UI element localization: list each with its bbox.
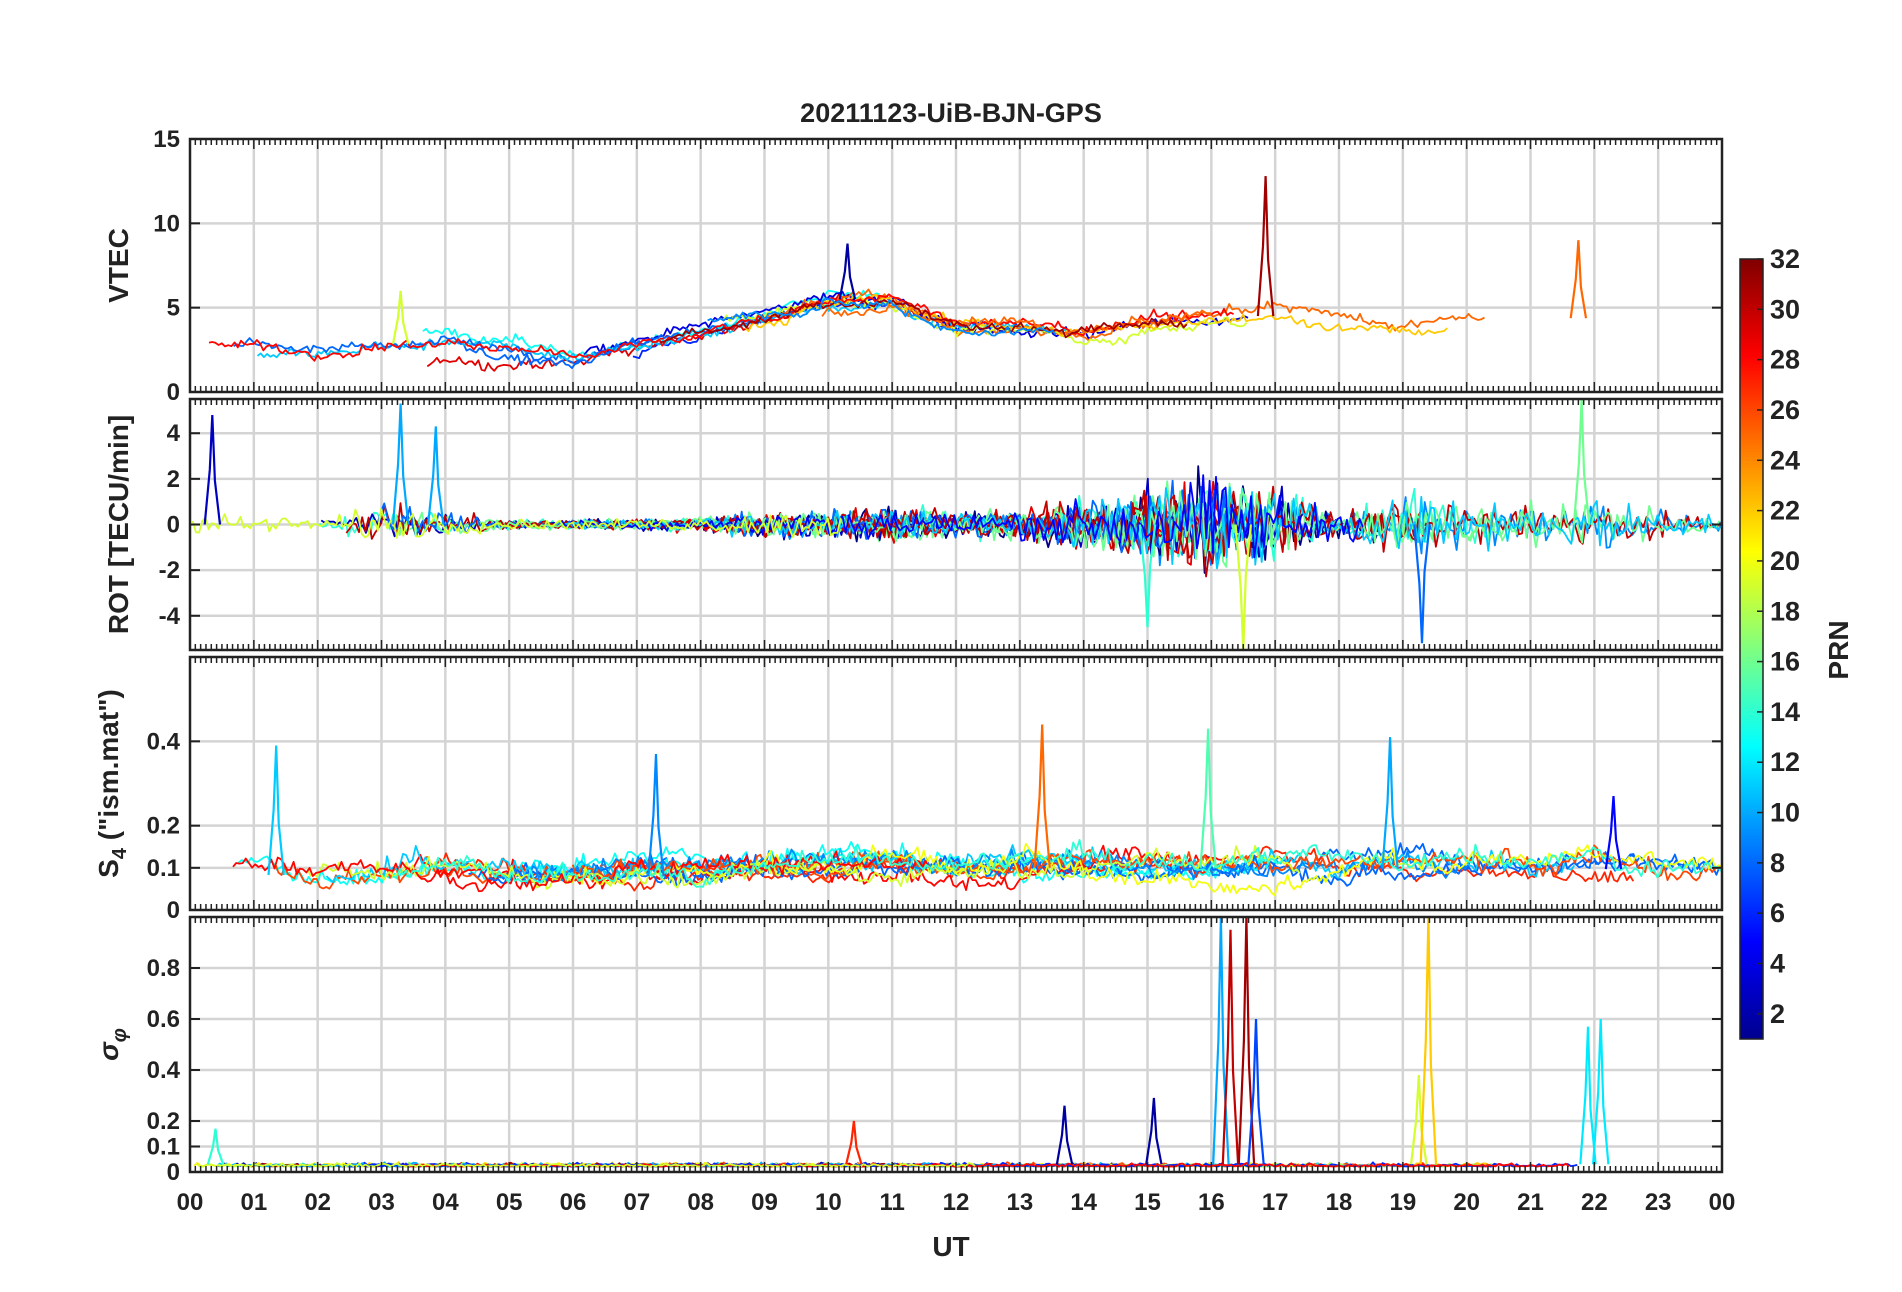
x-tick-label: 15 [1134,1189,1161,1216]
y-tick-label: 0.8 [147,955,180,982]
panel-VTEC: 0 5 10 15 VTEC [103,126,1724,406]
x-tick-label: 04 [432,1189,459,1216]
y-tick-label: 0.1 [147,855,180,882]
x-tick-label: 18 [1326,1189,1353,1216]
y-tick-label: 0 [167,897,180,924]
x-tick-label: 22 [1581,1189,1608,1216]
x-tick-label: 00 [177,1189,204,1216]
y-tick-label: 0 [167,379,180,406]
colorbar-tick-label: 12 [1770,747,1800,777]
colorbar-gradient [1739,258,1764,1040]
y-tick-label: 0 [167,512,180,539]
y-tick-label: 0.1 [147,1134,180,1161]
x-tick-label: 01 [240,1189,267,1216]
x-tick-label: 09 [751,1189,778,1216]
y-tick-label: 15 [153,126,180,153]
colorbar-tick-label: 2 [1770,999,1785,1029]
panel-sigma_phi: 00.10.2 0.4 0.6 0.8 σφ [93,915,1724,1186]
x-tick-label: 08 [687,1189,714,1216]
y-tick-label: 0 [167,1159,180,1186]
y-tick-label: 5 [167,295,180,322]
colorbar-tick-label: 8 [1770,848,1785,878]
x-tick-label: 16 [1198,1189,1225,1216]
x-axis: 00 01 02 03 04 05 06 07 08 09 10 11 12 13 14 15 16 17 18 19… [177,1189,1736,1216]
colorbar-tick-label: 16 [1770,647,1800,677]
y-axis-label: σφ [93,1028,131,1061]
colorbar-tick-label: 24 [1770,445,1800,475]
colorbar-tick-label: 30 [1770,294,1800,324]
x-tick-label: 21 [1517,1189,1544,1216]
panel-S4: 0 0.1 0.2 0.4 S4 ("ism.mat") [93,655,1724,924]
colorbar-tick-label: 20 [1770,546,1800,576]
y-axis-label: ROT [TECU/min] [103,415,134,634]
colorbar: PRN 2468101214161820222426283032 [1739,244,1854,1040]
colorbar-tick-label: 6 [1770,898,1785,928]
x-tick-label: 11 [879,1189,904,1216]
y-tick-label: 0.2 [147,813,180,840]
panel-ROT: -4 -2 0 2 4 ROT [TECU/min] [103,397,1724,652]
x-axis-label: UT [932,1231,969,1262]
x-tick-label: 20 [1453,1189,1480,1216]
colorbar-tick-label: 22 [1770,496,1800,526]
colorbar-tick-label: 10 [1770,798,1800,828]
x-tick-label: 17 [1262,1189,1289,1216]
x-tick-label: 19 [1389,1189,1416,1216]
x-tick-label: 13 [1006,1189,1033,1216]
figure-title: 20211123-UiB-BJN-GPS [800,98,1102,128]
y-tick-label: 0.4 [147,728,181,755]
y-tick-label: -2 [159,557,180,584]
colorbar-tick-label: 14 [1770,697,1800,727]
x-tick-label: 12 [943,1189,970,1216]
y-tick-label: 0.2 [147,1108,180,1135]
x-tick-label: 02 [304,1189,331,1216]
y-tick-label: 10 [153,210,180,237]
y-tick-label: 0.4 [147,1057,181,1084]
y-tick-label: 0.6 [147,1006,180,1033]
y-axis-label: S4 ("ism.mat") [93,689,131,878]
x-tick-label: 07 [623,1189,650,1216]
x-tick-label: 03 [368,1189,395,1216]
colorbar-tick-label: 32 [1770,244,1800,274]
y-tick-label: -4 [159,603,181,630]
x-tick-label: 05 [496,1189,523,1216]
y-tick-label: 4 [167,420,181,447]
colorbar-tick-label: 4 [1770,949,1785,979]
colorbar-tick-label: 26 [1770,395,1800,425]
colorbar-tick-label: 28 [1770,345,1800,375]
x-tick-label: 10 [815,1189,842,1216]
colorbar-tick-label: 18 [1770,596,1800,626]
y-axis-label: VTEC [103,228,134,303]
x-tick-label: 23 [1645,1189,1672,1216]
figure: 20211123-UiB-BJN-GPS 051015VTEC-4-2024RO… [93,98,1854,1262]
colorbar-label: PRN [1823,620,1854,679]
x-tick-label: 06 [560,1189,587,1216]
x-tick-label: 00 [1709,1189,1736,1216]
x-tick-label: 14 [1070,1189,1097,1216]
panels: 051015VTEC-4-2024ROT [TECU/min]00.10.20.… [93,126,1724,1186]
y-tick-label: 2 [167,466,180,493]
